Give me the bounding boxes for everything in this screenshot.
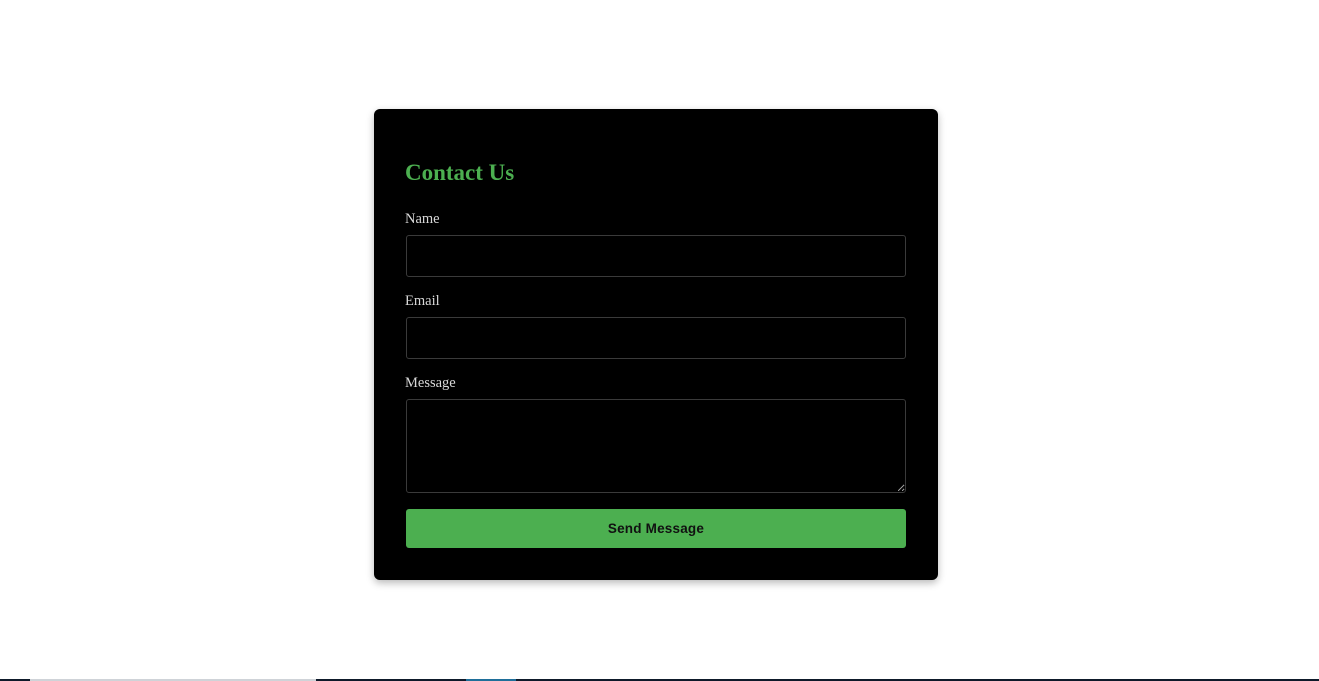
send-message-button[interactable]: Send Message [406, 509, 906, 548]
message-textarea[interactable] [406, 399, 906, 493]
form-title: Contact Us [405, 160, 515, 185]
name-label: Name [405, 211, 440, 227]
message-label: Message [405, 375, 456, 391]
email-input[interactable] [406, 317, 906, 359]
name-input[interactable] [406, 235, 906, 277]
contact-form-card: Contact Us Name Email Message Send Messa… [374, 109, 938, 580]
email-label: Email [405, 293, 440, 309]
